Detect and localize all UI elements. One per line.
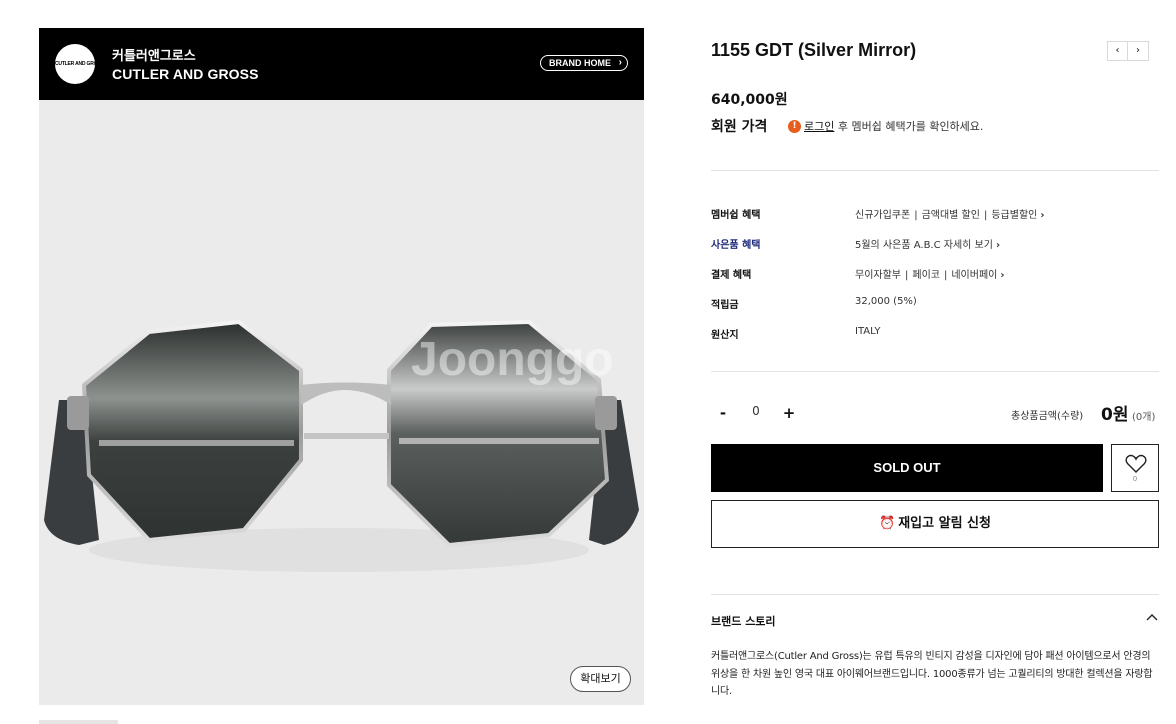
membership-benefit-links: 신규가입쿠폰 | 금액대별 할인 | 등급별할인 › xyxy=(855,210,1045,221)
brand-logo[interactable]: CUTLER AND GROSS xyxy=(55,44,95,84)
product-nav: ‹ › xyxy=(1107,41,1149,61)
divider xyxy=(711,594,1159,595)
origin-value: ITALY xyxy=(855,326,881,337)
benefit-grade-discount[interactable]: 등급별할인 xyxy=(991,210,1037,221)
brand-story-title: 브랜드 스토리 xyxy=(711,615,776,628)
zoom-button[interactable]: 확대보기 xyxy=(570,666,631,692)
points-label: 적립금 xyxy=(711,300,739,311)
login-link[interactable]: 로그인 xyxy=(804,120,834,133)
sold-out-button[interactable]: SOLD OUT xyxy=(711,444,1103,492)
benefit-interest-free[interactable]: 무이자할부 xyxy=(855,270,901,281)
brand-name-english: CUTLER AND GROSS xyxy=(112,66,259,82)
benefit-naverpay[interactable]: 네이버페이 xyxy=(951,270,997,281)
divider xyxy=(711,170,1159,171)
gift-benefit-label: 사은품 혜택 xyxy=(711,240,761,251)
benefit-new-member-coupon[interactable]: 신규가입쿠폰 xyxy=(855,210,910,221)
next-product-button[interactable]: › xyxy=(1128,41,1149,61)
chevron-right-icon: › xyxy=(618,57,622,68)
product-title: 1155 GDT (Silver Mirror) xyxy=(711,40,917,60)
product-image[interactable]: Joonggo 확대보기 xyxy=(39,100,644,705)
prev-product-button[interactable]: ‹ xyxy=(1107,41,1128,61)
info-icon: ! xyxy=(788,120,801,133)
heart-icon xyxy=(1125,454,1147,473)
thumbnail-strip[interactable] xyxy=(39,720,118,724)
total-quantity: (0개) xyxy=(1132,412,1156,423)
alarm-clock-icon: ⏰ xyxy=(879,516,896,531)
brand-home-button[interactable]: BRAND HOME › xyxy=(540,55,628,71)
origin-label: 원산지 xyxy=(711,330,739,341)
gift-benefit-link[interactable]: 5월의 사은품 A.B.C 자세히 보기 › xyxy=(855,236,1000,251)
member-price-note: 로그인 후 멤버쉽 혜택가를 확인하세요. xyxy=(804,118,983,134)
chevron-right-icon[interactable]: › xyxy=(997,270,1004,281)
chevron-right-icon[interactable]: › xyxy=(1037,210,1044,221)
divider xyxy=(711,371,1159,372)
brand-name-korean: 커틀러앤그로스 xyxy=(112,49,196,64)
brand-header: CUTLER AND GROSS 커틀러앤그로스 CUTLER AND GROS… xyxy=(39,28,644,100)
chevron-up-icon[interactable] xyxy=(1145,610,1159,624)
quantity-value[interactable]: 0 xyxy=(746,404,766,418)
benefit-payco[interactable]: 페이코 xyxy=(912,270,940,281)
sunglasses-illustration xyxy=(44,319,639,572)
quantity-decrease-button[interactable]: - xyxy=(713,402,733,424)
restock-alert-button[interactable]: ⏰ 재입고 알림 신청 xyxy=(711,500,1159,548)
total-price-label: 총상품금액(수량) xyxy=(1011,411,1084,422)
wishlist-count: 0 xyxy=(1132,475,1138,483)
restock-alert-label: 재입고 알림 신청 xyxy=(898,516,991,531)
points-value: 32,000 (5%) xyxy=(855,296,917,307)
benefit-amount-discount[interactable]: 금액대별 할인 xyxy=(922,210,980,221)
quantity-increase-button[interactable]: + xyxy=(779,402,799,424)
brand-story-text: 커틀러앤그로스(Cutler And Gross)는 유럽 특유의 빈티지 감성… xyxy=(711,651,1153,697)
chevron-right-icon[interactable]: › xyxy=(993,240,1000,251)
gift-benefit-text[interactable]: 5월의 사은품 A.B.C 자세히 보기 xyxy=(855,240,993,251)
membership-benefit-label: 멤버쉽 혜택 xyxy=(711,210,761,221)
member-price-label: 회원 가격 xyxy=(711,119,768,135)
brand-home-label: BRAND HOME xyxy=(549,58,611,68)
payment-benefit-label: 결제 혜택 xyxy=(711,270,752,281)
member-note-text: 후 멤버쉽 혜택가를 확인하세요. xyxy=(834,120,984,133)
product-price: 640,000원 xyxy=(711,92,788,108)
watermark-text: Joonggo xyxy=(411,333,614,386)
wishlist-button[interactable]: 0 xyxy=(1111,444,1159,492)
payment-benefit-links: 무이자할부 | 페이코 | 네이버페이 › xyxy=(855,270,1005,281)
total-price: 0원 xyxy=(1101,405,1129,425)
